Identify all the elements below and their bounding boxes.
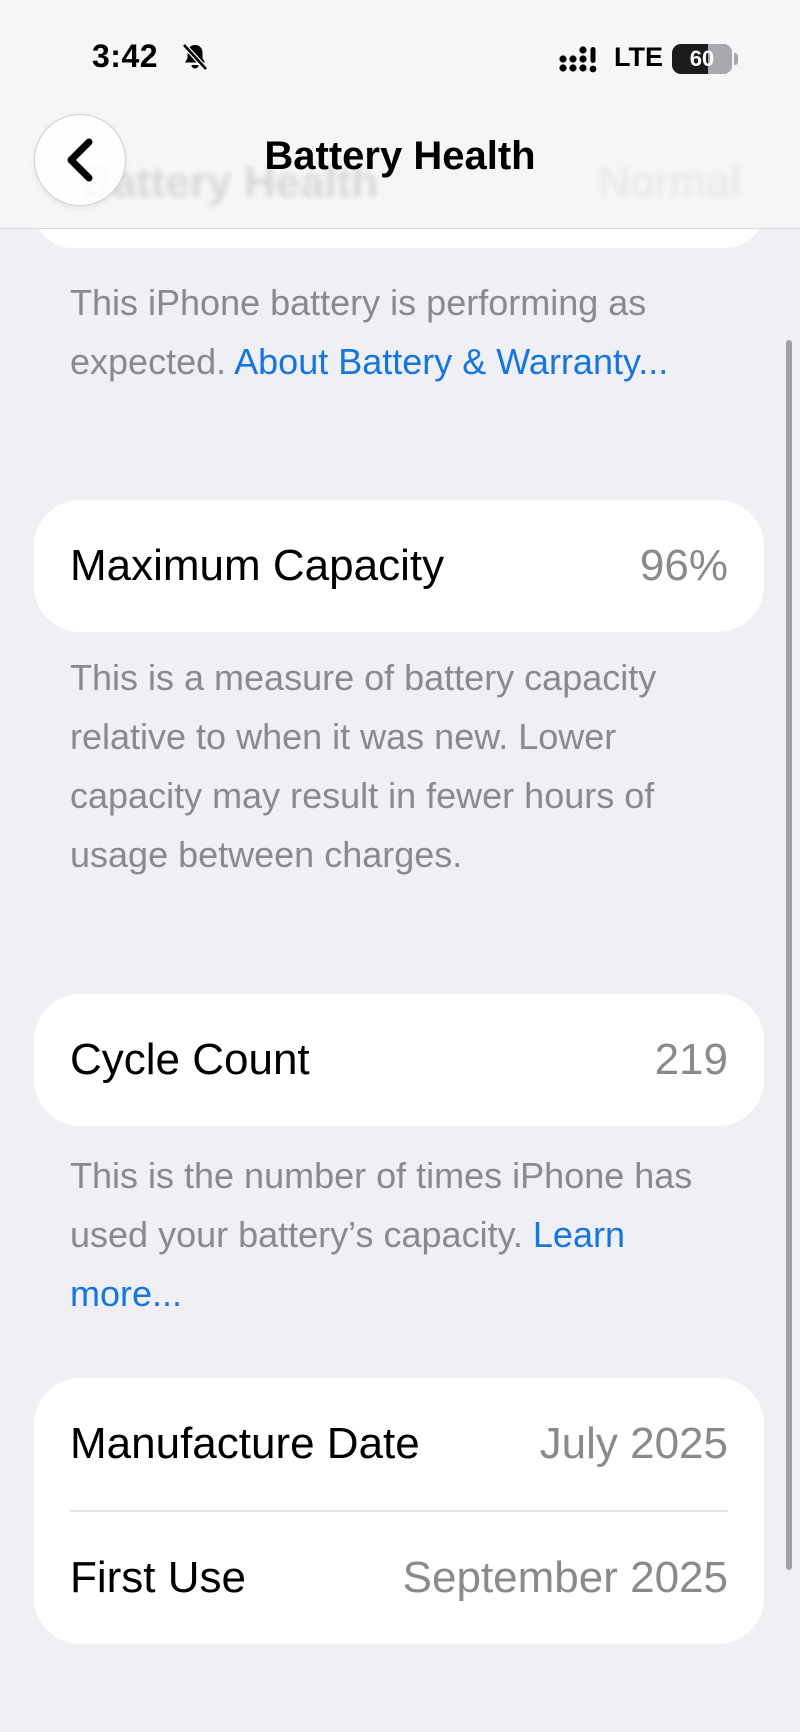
manufacture-date-value: July 2025: [539, 1419, 728, 1468]
cycle-count-card: Cycle Count 219: [34, 994, 764, 1126]
cycle-count-label: Cycle Count: [70, 1035, 310, 1084]
cellular-signal-icon: [559, 46, 597, 73]
about-battery-warranty-link[interactable]: About Battery & Warranty...: [234, 341, 668, 382]
battery-health-footer: This iPhone battery is performing as exp…: [70, 273, 730, 391]
first-use-value: September 2025: [402, 1553, 728, 1602]
bell-slash-icon: [182, 43, 208, 71]
maximum-capacity-row: Maximum Capacity 96%: [34, 500, 764, 632]
maximum-capacity-footer: This is a measure of battery capacity re…: [70, 657, 657, 875]
page-title: Battery Health: [264, 134, 536, 178]
first-use-label: First Use: [70, 1553, 246, 1602]
first-use-row: First Use September 2025: [34, 1512, 764, 1644]
battery-level: 60: [689, 46, 715, 71]
dates-card: Manufacture Date July 2025 First Use Sep…: [34, 1378, 764, 1644]
network-type: LTE: [614, 42, 663, 72]
manufacture-date-row: Manufacture Date July 2025: [34, 1378, 764, 1510]
battery-cap: [734, 53, 738, 65]
top-bar: Battery Health Normal 3:42 LTE 60 Batter…: [0, 0, 800, 229]
cycle-count-row: Cycle Count 219: [34, 994, 764, 1126]
maximum-capacity-card: Maximum Capacity 96%: [34, 500, 764, 632]
cycle-count-value: 219: [654, 1035, 728, 1084]
maximum-capacity-label: Maximum Capacity: [70, 541, 445, 590]
maximum-capacity-value: 96%: [639, 541, 728, 590]
battery-icon: 60: [672, 44, 732, 74]
cycle-count-footer: This is the number of times iPhone has u…: [70, 1146, 730, 1323]
status-time: 3:42: [92, 38, 159, 74]
manufacture-date-label: Manufacture Date: [70, 1419, 420, 1468]
scroll-indicator[interactable]: [786, 340, 792, 1570]
